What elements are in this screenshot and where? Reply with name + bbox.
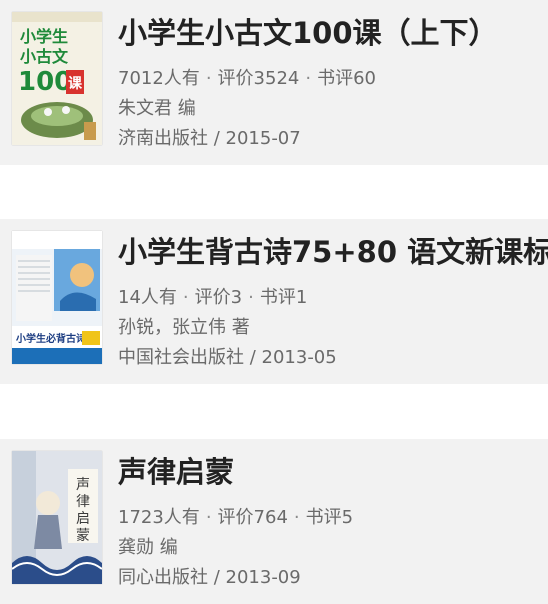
book-card-3[interactable]: 声 律 启 蒙 声律启蒙 1723人有 · 评价764 · 书评5 龚勋 编 同心出版社… — [0, 439, 548, 604]
owners-count: 1723人有 — [118, 507, 200, 528]
owners-count: 14人有 — [118, 287, 177, 308]
book-cover-2-icon: 小学生必背古诗词 — [12, 231, 102, 364]
book-stats: 14人有 · 评价3 · 书评1 — [118, 283, 307, 309]
separator-dot: · — [205, 68, 212, 89]
separator-dot: · — [182, 287, 189, 308]
svg-text:100: 100 — [18, 67, 72, 97]
svg-text:课: 课 — [68, 76, 83, 92]
book-stats: 1723人有 · 评价764 · 书评5 — [118, 503, 353, 529]
book-title[interactable]: 小学生背古诗75+80 语文新课标 — [118, 229, 548, 271]
book-stats: 7012人有 · 评价3524 · 书评60 — [118, 64, 376, 90]
svg-text:启: 启 — [76, 511, 90, 527]
owners-count: 7012人有 — [118, 68, 200, 89]
separator-dot: · — [248, 287, 254, 308]
book-author: 朱文君 编 — [118, 98, 196, 119]
book-cover-2-image[interactable]: 小学生必背古诗词 — [12, 231, 102, 364]
reviews-count[interactable]: 书评1 — [260, 287, 307, 308]
svg-text:声: 声 — [76, 477, 90, 493]
svg-text:蒙: 蒙 — [76, 528, 90, 544]
book-cover-1-image[interactable]: 小学生 小古文 100 课 — [12, 12, 102, 145]
book-author: 孙锐，张立伟 著 — [118, 317, 250, 338]
svg-text:小学生: 小学生 — [20, 27, 68, 46]
book-title[interactable]: 小学生小古文100课（上下） — [118, 10, 498, 52]
book-card-2[interactable]: 小学生必背古诗词 小学生背古诗75+80 语文新课标 14人有 · 评价3 · 书评1 … — [0, 219, 548, 384]
svg-text:小古文: 小古文 — [20, 47, 69, 66]
ratings-count[interactable]: 评价764 — [218, 507, 288, 528]
separator-dot: · — [293, 507, 300, 528]
book-publisher: 济南出版社 / 2015-07 — [118, 128, 301, 149]
ratings-count[interactable]: 评价3 — [195, 287, 242, 308]
separator-dot: · — [205, 507, 212, 528]
book-publisher: 同心出版社 / 2013-09 — [118, 567, 301, 588]
book-author: 龚勋 编 — [118, 537, 178, 558]
reviews-count[interactable]: 书评60 — [317, 68, 376, 89]
book-title[interactable]: 声律启蒙 — [118, 449, 234, 491]
book-cover-3-icon: 声 律 启 蒙 — [12, 451, 102, 584]
svg-text:律: 律 — [76, 494, 90, 510]
book-card-1[interactable]: 小学生 小古文 100 课 小学生小古文100课（上下） 7012人有 · 评价35… — [0, 0, 548, 165]
reviews-count[interactable]: 书评5 — [306, 507, 353, 528]
ratings-count[interactable]: 评价3524 — [218, 68, 300, 89]
book-cover-3-image[interactable]: 声 律 启 蒙 — [12, 451, 102, 584]
book-cover-1-icon: 小学生 小古文 100 课 — [12, 12, 102, 145]
book-publisher: 中国社会出版社 / 2013-05 — [118, 347, 337, 368]
separator-dot: · — [305, 68, 312, 89]
